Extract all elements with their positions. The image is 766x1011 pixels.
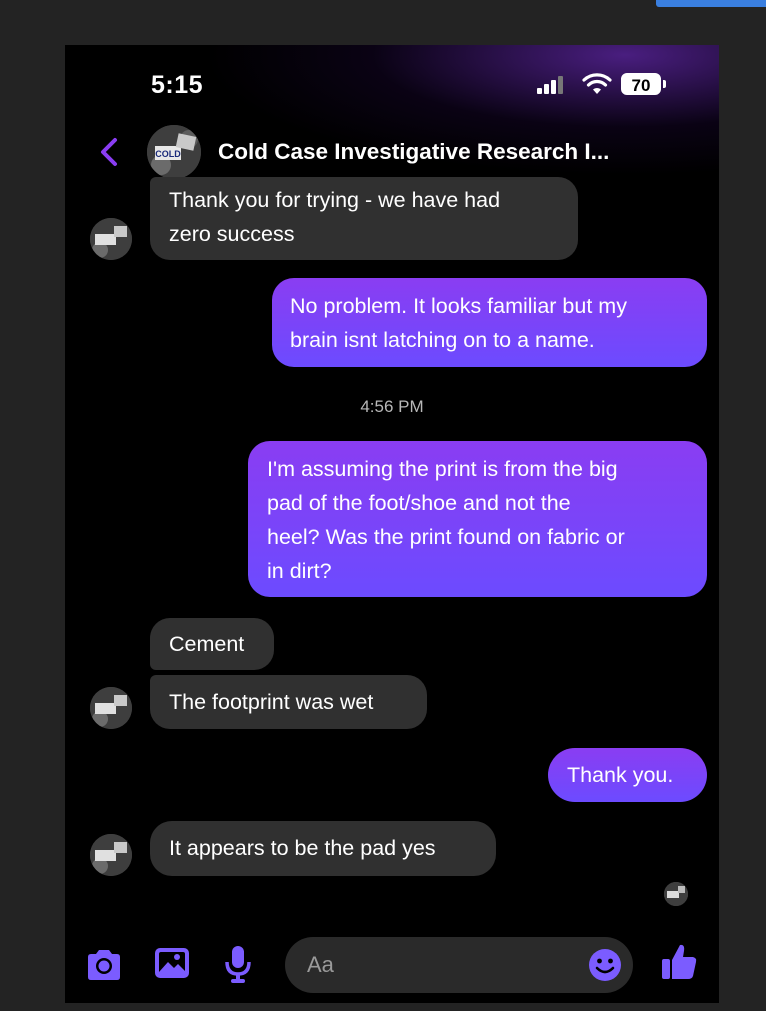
thumbs-up-icon[interactable] [659, 941, 699, 983]
message-bubble-outgoing[interactable]: I'm assuming the print is from the big p… [248, 441, 707, 597]
message-bubble-outgoing[interactable]: Thank you. [548, 748, 707, 802]
message-bubble-incoming[interactable]: The footprint was wet [150, 675, 427, 729]
contact-avatar-small [90, 218, 132, 260]
message-bubble-incoming[interactable]: Cement [150, 618, 274, 670]
microphone-icon[interactable] [223, 943, 253, 985]
back-chevron-icon[interactable] [95, 135, 125, 169]
cold-case-logo-icon [664, 882, 688, 906]
message-input-container[interactable] [285, 937, 633, 993]
battery-icon: 70 [621, 73, 661, 95]
message-input[interactable] [307, 937, 577, 993]
contact-avatar[interactable]: COLD [147, 125, 201, 179]
cold-case-logo-icon [90, 687, 132, 729]
camera-icon[interactable] [84, 947, 124, 983]
cold-case-logo-icon [90, 834, 132, 876]
logo-text: COLD [155, 149, 181, 159]
message-bubble-incoming[interactable]: It appears to be the pad yes [150, 821, 496, 876]
cold-case-logo-icon [90, 218, 132, 260]
conversation-title[interactable]: Cold Case Investigative Research I... [218, 139, 609, 165]
read-receipt-avatar [664, 882, 688, 906]
message-composer [65, 925, 719, 1003]
message-timestamp: 4:56 PM [360, 397, 424, 416]
battery-nub [663, 80, 666, 88]
browser-tab-indicator [656, 0, 766, 7]
cellular-signal-icon [537, 76, 567, 94]
message-bubble-incoming[interactable]: Thank you for trying - we have had zero … [150, 177, 578, 260]
gallery-icon[interactable] [152, 945, 192, 983]
messenger-screen: 5:15 70 COLD Cold Case Investigative Res… [65, 45, 719, 1003]
contact-avatar-small [90, 834, 132, 876]
status-bar: 5:15 70 [65, 45, 719, 125]
message-bubble-outgoing[interactable]: No problem. It looks familiar but my bra… [272, 278, 707, 367]
status-time: 5:15 [151, 71, 204, 99]
wifi-icon [582, 73, 612, 94]
cold-case-logo-icon: COLD [147, 125, 201, 179]
emoji-icon[interactable] [587, 947, 623, 983]
battery-level: 70 [631, 76, 651, 95]
contact-avatar-small [90, 687, 132, 729]
conversation-header: COLD Cold Case Investigative Research I.… [65, 123, 719, 183]
